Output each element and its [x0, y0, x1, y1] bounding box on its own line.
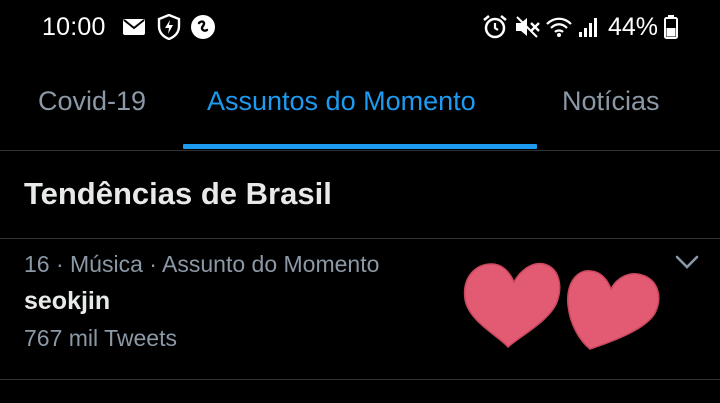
- right-heart-icon: [567, 270, 660, 350]
- section-title: Tendências de Brasil: [24, 176, 332, 211]
- left-heart-icon: [463, 262, 561, 349]
- active-tab-indicator: [183, 144, 537, 149]
- tabs-divider: [0, 150, 720, 151]
- tab-covid-19[interactable]: Covid-19: [38, 86, 146, 117]
- shield-bolt-icon: [157, 14, 181, 40]
- mail-icon: [123, 19, 145, 35]
- signal-icon: [579, 18, 597, 37]
- status-time: 10:00: [42, 13, 106, 41]
- two-hearts-sticker: [463, 262, 660, 350]
- tab-noticias[interactable]: Notícias: [562, 86, 660, 117]
- row-divider: [0, 379, 720, 380]
- trend-tweet-count: 767 mil Tweets: [24, 325, 177, 351]
- trend-meta: 16 · Música · Assunto do Momento: [24, 251, 380, 277]
- battery-percent: 44%: [608, 13, 659, 41]
- status-bar: 10:00 44%: [0, 0, 720, 56]
- tab-assuntos-do-momento[interactable]: Assuntos do Momento: [207, 86, 476, 117]
- battery-icon: [664, 15, 678, 39]
- wifi-icon: [546, 17, 572, 37]
- tab-bar: Covid-19 Assuntos do Momento Notícias: [0, 56, 720, 150]
- mute-icon: [516, 16, 540, 38]
- trend-name: seokjin: [24, 287, 111, 315]
- alarm-icon: [483, 15, 507, 39]
- chevron-down-icon[interactable]: [674, 253, 700, 271]
- shazam-icon: [191, 15, 215, 39]
